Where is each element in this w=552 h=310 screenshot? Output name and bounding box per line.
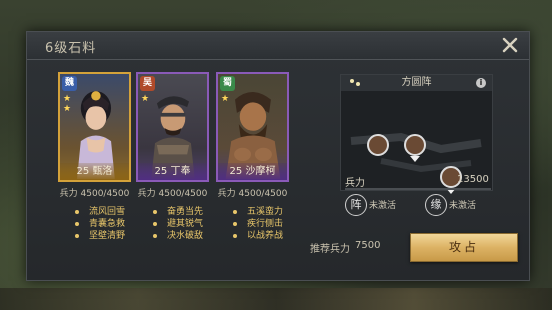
slot-pointer-icon — [410, 156, 420, 162]
close-icon — [502, 37, 518, 53]
formation-header: 方圆阵 i — [341, 75, 492, 91]
dialog-header: 6级石料 — [27, 32, 529, 60]
troops-value: 4500/4500 — [158, 189, 208, 199]
divider — [345, 188, 491, 190]
fate-bond-icon: 缘 — [425, 194, 447, 216]
formation-name: 方圆阵 — [401, 77, 432, 88]
general-troops: 兵力 4500/4500 — [216, 186, 289, 199]
background-terrain — [0, 288, 552, 310]
formation-dots-icon — [350, 79, 360, 86]
general-name: 25 甄洛 — [60, 163, 129, 180]
star-rank: ★ ★ — [63, 94, 75, 114]
skill-item[interactable]: 流风回雪 — [75, 206, 148, 218]
bond-status: 未激活 — [449, 201, 477, 211]
bond-status: 未激活 — [369, 201, 397, 211]
formation-troops-label: 兵力 — [345, 178, 365, 189]
formation-bond-icon: 阵 — [345, 194, 367, 216]
skill-item[interactable]: 奋勇当先 — [153, 206, 226, 218]
general-card-2[interactable]: 吴 ★ 25 丁奉 兵力 4500/4500 — [136, 72, 209, 205]
skill-item[interactable]: 疾行侧击 — [233, 218, 306, 230]
attack-button[interactable]: 攻占 — [410, 233, 518, 262]
troops-label: 兵力 — [59, 189, 78, 199]
general-portrait: 蜀 ★ 25 沙摩柯 — [216, 72, 289, 182]
star-icon: ★ — [141, 94, 150, 104]
skill-item[interactable]: 五溪蛮力 — [233, 206, 306, 218]
general-portrait: 魏 ★ ★ 25 甄洛 — [58, 72, 131, 182]
star-rank: ★ — [141, 94, 153, 104]
troops-label: 兵力 — [217, 189, 236, 199]
skill-item[interactable]: 避其锐气 — [153, 218, 226, 230]
faction-badge: 魏 — [62, 76, 77, 91]
recommended-troops-label: 推荐兵力 — [310, 244, 350, 255]
info-icon[interactable]: i — [476, 78, 486, 88]
attack-dialog: 6级石料 魏 ★ ★ 25 甄洛 兵力 4500/4500 流风回雪 青囊急救 … — [26, 31, 530, 281]
general-portrait: 吴 ★ 25 丁奉 — [136, 72, 209, 182]
general-name: 25 丁奉 — [138, 163, 207, 180]
formation-slot-2[interactable] — [404, 134, 426, 156]
star-icon: ★ — [63, 94, 72, 104]
faction-badge: 吴 — [140, 76, 155, 91]
troops-value: 4500/4500 — [238, 189, 288, 199]
faction-badge: 蜀 — [220, 76, 235, 91]
close-button[interactable] — [499, 34, 521, 56]
troops-label: 兵力 — [137, 189, 156, 199]
recommended-troops-value: 7500 — [355, 240, 381, 251]
general-card-3[interactable]: 蜀 ★ 25 沙摩柯 兵力 4500/4500 — [216, 72, 289, 205]
skill-list-2: 奋勇当先 避其锐气 决水破敌 — [153, 206, 226, 242]
star-icon: ★ — [221, 94, 230, 104]
troops-value: 4500/4500 — [80, 189, 130, 199]
star-icon: ★ — [63, 104, 72, 114]
general-troops: 兵力 4500/4500 — [136, 186, 209, 199]
general-name: 25 沙摩柯 — [218, 163, 287, 180]
general-card-1[interactable]: 魏 ★ ★ 25 甄洛 兵力 4500/4500 — [58, 72, 131, 205]
skill-item[interactable]: 以战养战 — [233, 230, 306, 242]
general-troops: 兵力 4500/4500 — [58, 186, 131, 199]
star-rank: ★ — [221, 94, 233, 104]
dialog-title: 6级石料 — [45, 41, 97, 56]
formation-troops-value: 13500 — [457, 174, 489, 185]
skill-item[interactable]: 决水破敌 — [153, 230, 226, 242]
skill-item[interactable]: 坚壁清野 — [75, 230, 148, 242]
skill-list-1: 流风回雪 青囊急救 坚壁清野 — [75, 206, 148, 242]
skill-item[interactable]: 青囊急救 — [75, 218, 148, 230]
skill-list-3: 五溪蛮力 疾行侧击 以战养战 — [233, 206, 306, 242]
formation-slot-1[interactable] — [367, 134, 389, 156]
